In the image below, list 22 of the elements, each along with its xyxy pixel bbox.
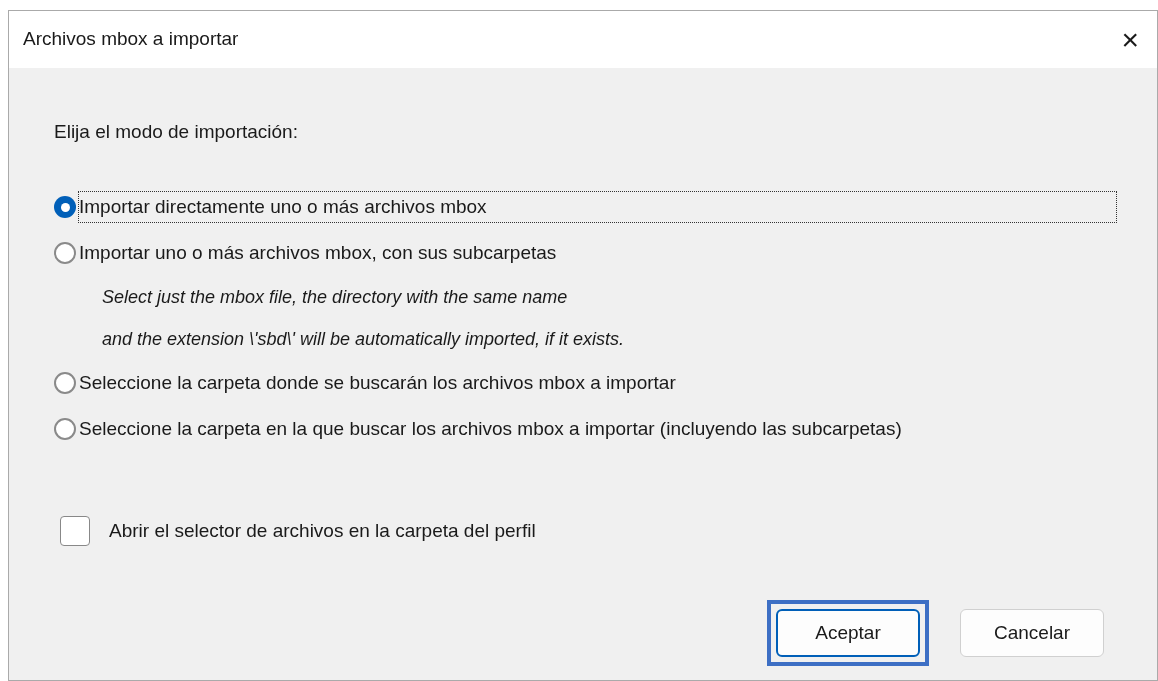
radio-option[interactable]: Importar directamente uno o más archivos mbox: [54, 184, 1117, 230]
radio-button[interactable]: [54, 196, 76, 218]
option-label: Seleccione la carpeta donde se buscarán los archivos mbox a importar: [78, 371, 677, 395]
radio-option[interactable]: Importar uno o más archivos mbox, con sus subcarpetas: [54, 230, 1117, 276]
profile-folder-option[interactable]: Abrir el selector de archivos en la carpeta del perfil: [60, 516, 1117, 546]
option-note: Select just the mbox file, the directory with the same name: [102, 286, 569, 309]
radio-button[interactable]: [54, 372, 76, 394]
option-label: Seleccione la carpeta en la que buscar los archivos mbox a importar (incluyendo las subcarpetas): [78, 417, 903, 441]
close-button[interactable]: ×: [1117, 24, 1143, 55]
checkbox[interactable]: [60, 516, 90, 546]
radio-button[interactable]: [54, 242, 76, 264]
dialog-button[interactable]: Cancelar: [960, 609, 1104, 657]
option-label: Importar directamente uno o más archivos mbox: [78, 191, 1117, 223]
window-title: Archivos mbox a importar: [23, 27, 239, 52]
option-label: Importar uno o más archivos mbox, con sus subcarpetas: [78, 241, 558, 265]
radio-button[interactable]: [54, 418, 76, 440]
option-note: and the extension \'sbd\' will be automatically imported, if it exists.: [102, 328, 626, 351]
prompt-text: Elija el modo de importación:: [54, 120, 299, 144]
radio-option[interactable]: Seleccione la carpeta en la que buscar los archivos mbox a importar (incluyendo las subcarpetas): [54, 406, 1117, 452]
dialog-button[interactable]: Aceptar: [776, 609, 920, 657]
radio-option[interactable]: Seleccione la carpeta donde se buscarán los archivos mbox a importar: [54, 360, 1117, 406]
checkbox-label: Abrir el selector de archivos en la carpeta del perfil: [109, 518, 536, 543]
